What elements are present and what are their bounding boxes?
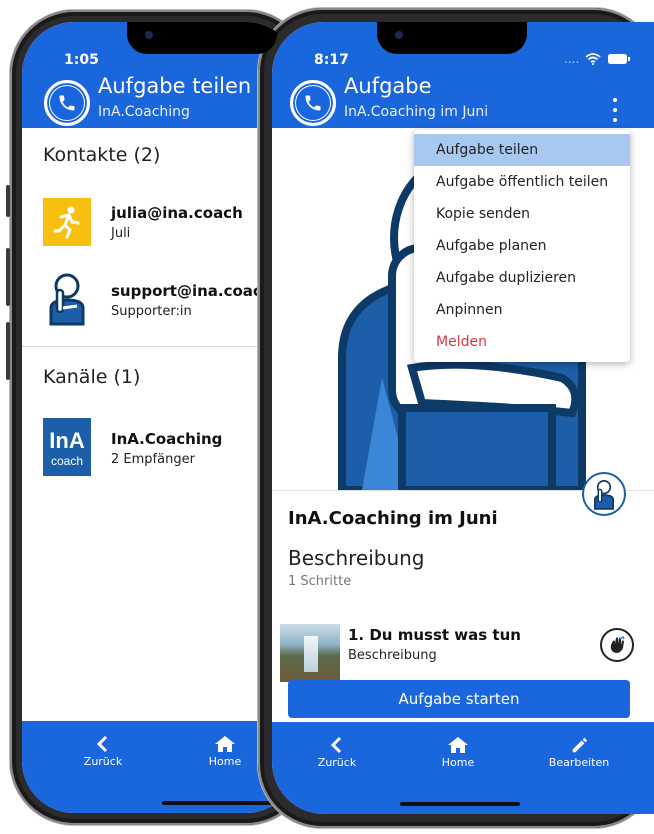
wave-hand-icon <box>610 635 625 653</box>
channel-name: InA.Coaching <box>111 430 223 448</box>
pencil-icon <box>572 737 588 753</box>
left-app-header: 1:05 Aufgabe teilen InA.Coaching <box>22 22 298 128</box>
left-home-indicator <box>162 801 282 805</box>
contact-sub: Supporter:in <box>111 304 192 319</box>
left-phone-side-button <box>6 185 10 217</box>
left-header-title: Aufgabe teilen <box>98 74 252 98</box>
left-bottom-nav: Zurück Home <box>22 721 298 813</box>
contact-row-julia[interactable]: julia@ina.coach Juli <box>22 192 298 256</box>
home-icon <box>215 736 235 752</box>
left-header-logo <box>44 80 90 126</box>
right-status-icons: .... <box>564 52 631 66</box>
supporter-person-icon <box>49 273 85 326</box>
channel-row-inacoaching[interactable]: InA coach InA.Coaching 2 Empfänger <box>22 412 298 476</box>
start-task-button[interactable]: Aufgabe starten <box>288 680 630 718</box>
chevron-left-icon <box>330 736 342 754</box>
support-avatar <box>43 270 91 326</box>
kebab-menu-icon[interactable] <box>608 98 622 122</box>
nav-edit-label: Bearbeiten <box>548 756 610 769</box>
signal-dots: .... <box>564 52 580 66</box>
section-divider <box>22 346 298 347</box>
right-phone-frame: 8:17 .... Aufgabe InA.Coaching im Juni I… <box>258 8 654 828</box>
step-row[interactable]: 1. Du musst was tun Beschreibung <box>272 616 654 682</box>
description-title: Beschreibung <box>288 546 425 570</box>
left-phone-side-button <box>6 322 10 380</box>
step-title: 1. Du musst was tun <box>348 626 521 644</box>
phone-icon <box>305 95 321 111</box>
nav-edit-button[interactable]: Bearbeiten <box>544 736 614 769</box>
nav-home-label: Home <box>208 755 242 768</box>
right-header-subtitle: InA.Coaching im Juni <box>344 104 489 120</box>
left-phone-screen: 1:05 Aufgabe teilen InA.Coaching Kontakt… <box>22 22 298 813</box>
contacts-section-title: Kontakte (2) <box>43 144 161 166</box>
menu-item-pin[interactable]: Anpinnen <box>414 294 630 326</box>
menu-item-report[interactable]: Melden <box>414 326 630 358</box>
nav-home-label: Home <box>441 756 475 769</box>
phone-icon <box>59 95 75 111</box>
steps-count: 1 Schritte <box>288 574 352 589</box>
left-header-subtitle: InA.Coaching <box>98 104 190 120</box>
menu-item-share-public[interactable]: Aufgabe öffentlich teilen <box>414 166 630 198</box>
menu-item-schedule[interactable]: Aufgabe planen <box>414 230 630 262</box>
left-notch <box>127 22 277 54</box>
nav-back-button[interactable]: Zurück <box>302 736 372 769</box>
right-bottom-nav: Zurück Home Bearbeiten <box>272 722 654 814</box>
task-actions-menu: Aufgabe teilen Aufgabe öffentlich teilen… <box>414 130 630 362</box>
wifi-icon <box>585 53 601 65</box>
inacoach-logo: InA coach <box>43 418 91 476</box>
left-status-time: 1:05 <box>64 52 99 68</box>
home-icon <box>448 737 468 753</box>
right-notch <box>377 22 527 54</box>
step-sub: Beschreibung <box>348 648 437 663</box>
right-phone-screen: 8:17 .... Aufgabe InA.Coaching im Juni I… <box>272 22 654 814</box>
menu-item-share[interactable]: Aufgabe teilen <box>414 134 630 166</box>
nav-back-button[interactable]: Zurück <box>68 735 138 768</box>
wave-hand-button[interactable] <box>600 628 634 662</box>
supporter-person-icon <box>594 480 614 510</box>
right-header-title: Aufgabe <box>344 74 432 98</box>
right-header-logo <box>290 80 336 126</box>
nav-back-label: Zurück <box>317 756 357 769</box>
channel-sub: 2 Empfänger <box>111 452 195 467</box>
contact-sub: Juli <box>111 226 131 241</box>
julia-avatar <box>43 198 91 246</box>
battery-icon <box>608 54 631 64</box>
right-status-time: 8:17 <box>314 52 349 68</box>
running-person-icon <box>53 206 80 239</box>
menu-item-send-copy[interactable]: Kopie senden <box>414 198 630 230</box>
task-title: InA.Coaching im Juni <box>288 508 498 529</box>
contact-name: support@ina.coach <box>111 282 273 300</box>
menu-item-duplicate[interactable]: Aufgabe duplizieren <box>414 262 630 294</box>
nav-home-button[interactable]: Home <box>190 735 260 768</box>
channels-section-title: Kanäle (1) <box>43 366 141 388</box>
start-task-label: Aufgabe starten <box>398 690 520 708</box>
contact-row-support[interactable]: support@ina.coach Supporter:in <box>22 262 298 334</box>
nav-back-label: Zurück <box>83 755 123 768</box>
right-app-header: 8:17 .... Aufgabe InA.Coaching im Juni <box>272 22 654 128</box>
right-home-indicator <box>400 802 520 806</box>
left-phone-side-button <box>6 248 10 306</box>
chevron-left-icon <box>96 735 108 753</box>
step-thumbnail <box>280 624 340 682</box>
supporter-badge[interactable] <box>582 472 626 516</box>
contact-name: julia@ina.coach <box>111 204 243 222</box>
nav-home-button[interactable]: Home <box>423 736 493 769</box>
